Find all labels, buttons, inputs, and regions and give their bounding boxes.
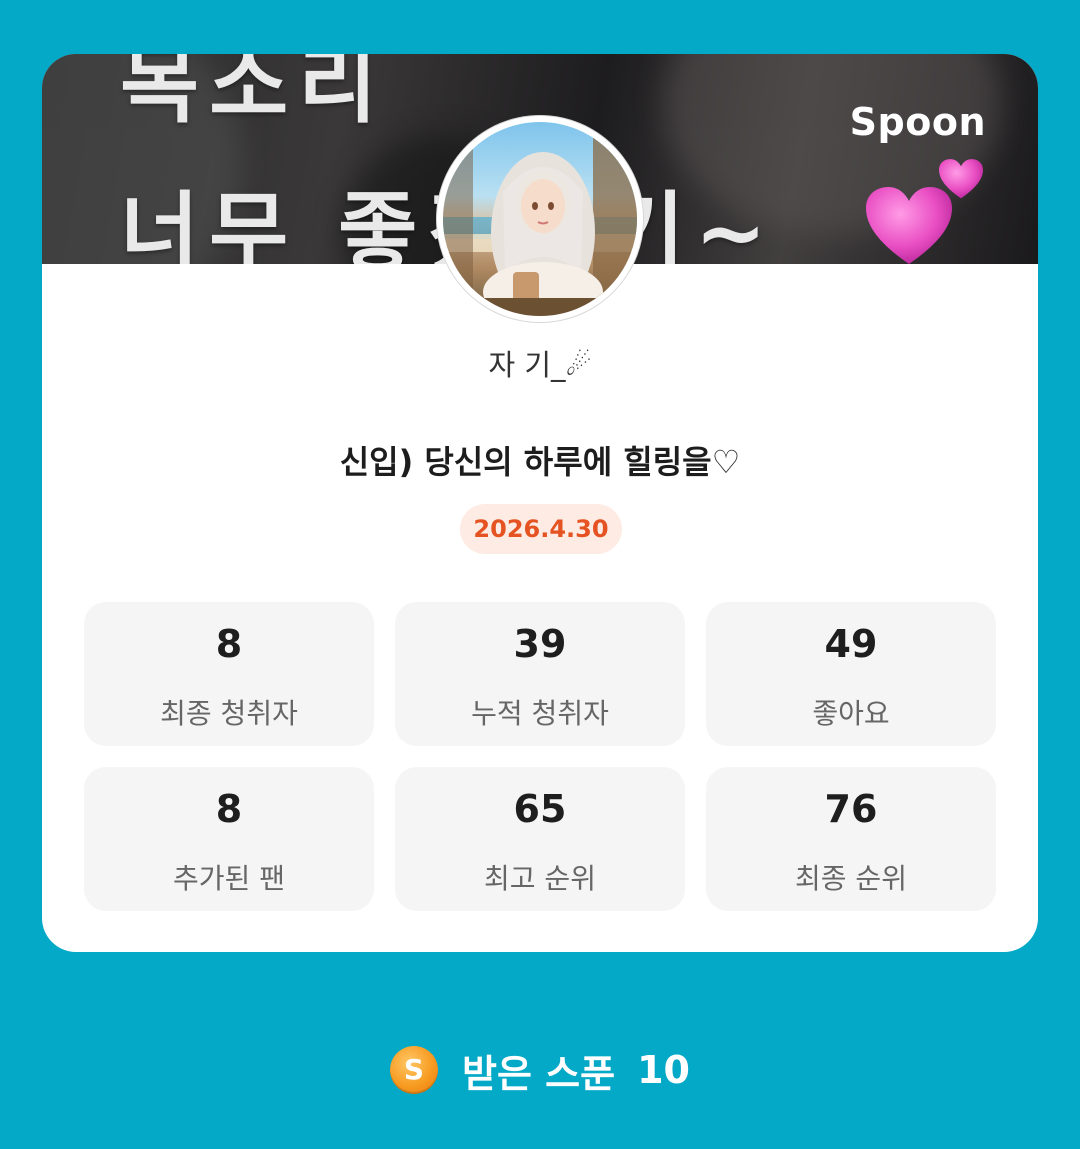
stat-label: 누적 청취자 [471, 697, 609, 730]
stat-value: 39 [513, 622, 567, 666]
stat-label: 좋아요 [812, 697, 890, 730]
banner-caption-line1: 목소리 [120, 54, 388, 135]
stat-final-listeners: 8 최종 청취자 [84, 602, 374, 746]
stat-value: 8 [215, 787, 243, 831]
avatar-image [443, 122, 637, 316]
stat-final-rank: 76 최종 순위 [706, 767, 996, 911]
heart-icon [939, 159, 983, 199]
avatar[interactable] [437, 116, 643, 322]
stat-value: 49 [824, 622, 878, 666]
spoon-logo: Spoon [849, 100, 986, 144]
stat-new-fans: 8 추가된 팬 [84, 767, 374, 911]
stat-label: 최고 순위 [484, 862, 596, 895]
live-date-badge: 2026.4.30 [460, 504, 622, 554]
stat-value: 76 [824, 787, 878, 831]
stat-total-listeners: 39 누적 청취자 [395, 602, 685, 746]
received-spoons-label: 받은 스푼 [462, 1051, 616, 1096]
stat-label: 최종 순위 [795, 862, 907, 895]
live-title: 신입) 당신의 하루에 힐링을♡ [339, 443, 741, 481]
live-report-card: 목소리 너무 좋겠쟈기~ Spoon [42, 54, 1038, 952]
spoon-coin-icon: S [390, 1046, 439, 1094]
host-nickname: 자 기_☄ [488, 348, 592, 382]
stat-label: 최종 청취자 [160, 697, 298, 730]
stat-value: 65 [513, 787, 567, 831]
stat-best-rank: 65 최고 순위 [395, 767, 685, 911]
stat-likes: 49 좋아요 [706, 602, 996, 746]
stat-label: 추가된 팬 [173, 862, 285, 895]
received-spoons-count: 10 [637, 1048, 690, 1092]
stat-value: 8 [215, 622, 243, 666]
received-spoons: S 받은 스푼 10 [0, 1040, 1080, 1100]
